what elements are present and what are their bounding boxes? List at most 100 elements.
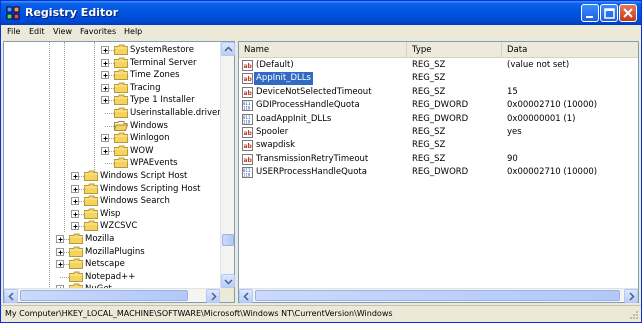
close-button[interactable] <box>619 4 637 22</box>
folder-icon <box>114 69 128 81</box>
menu-file[interactable]: File <box>7 27 20 36</box>
tree-item-winlogon[interactable]: Winlogon <box>4 132 219 144</box>
tree-item-windows-scripting-host[interactable]: Windows Scripting Host <box>4 183 219 195</box>
binary-value-icon: 011110 <box>242 167 253 179</box>
folder-icon <box>114 57 128 68</box>
expand-icon[interactable] <box>101 134 109 143</box>
expand-icon[interactable] <box>101 71 109 80</box>
value-name: DeviceNotSelectedTimeout <box>256 86 372 97</box>
expand-icon[interactable] <box>56 247 64 256</box>
arrow-down-icon <box>224 279 233 285</box>
tree-item-mozilla[interactable]: Mozilla <box>4 233 219 245</box>
value-data: 0x00000001 (1) <box>507 113 576 124</box>
tree-item-terminal-server[interactable]: Terminal Server <box>4 57 219 69</box>
tree-item-windows[interactable]: Windows <box>4 120 219 132</box>
status-key-path: My Computer\HKEY_LOCAL_MACHINE\SOFTWARE\… <box>5 309 393 318</box>
maximize-button[interactable] <box>600 4 618 22</box>
tree-item-netscape[interactable]: Netscape <box>4 258 219 270</box>
menu-help[interactable]: Help <box>124 27 142 36</box>
value-row-loadappinit-dlls[interactable]: 011 110 LoadAppInit_DLLs REG_DWORD 0x0000000… <box>239 113 624 126</box>
value-row-devicenotselectedtimeout[interactable]: ab DeviceNotSelectedTimeout REG_SZ 15 <box>239 86 624 99</box>
expand-icon[interactable] <box>101 96 109 105</box>
list-horizontal-scrollbar[interactable] <box>239 288 638 303</box>
scroll-left-button[interactable] <box>4 289 18 303</box>
value-row-appinit-dlls[interactable]: ab AppInit_DLLs REG_SZ <box>239 72 624 86</box>
value-name: AppInit_DLLs <box>254 72 313 86</box>
value-data: 0x00002710 (10000) <box>507 100 598 111</box>
scroll-right-button[interactable] <box>624 289 638 303</box>
tree-item-label: Time Zones <box>130 70 180 81</box>
value-type: REG_DWORD <box>412 100 469 111</box>
tree-item-wisp[interactable]: Wisp <box>4 208 219 220</box>
binary-value-icon: 011110 <box>242 113 253 125</box>
expand-icon[interactable] <box>101 83 109 92</box>
tree-item-windows-script-host[interactable]: Windows Script Host <box>4 170 219 182</box>
tree-vertical-scroll-thumb[interactable] <box>222 234 234 246</box>
tree-item-label: Wisp <box>100 208 121 219</box>
value-name: swapdisk <box>256 140 296 151</box>
tree-item-mozillaplugins[interactable]: MozillaPlugins <box>4 246 219 258</box>
column-header-data[interactable]: Data <box>502 42 638 58</box>
value-row-userprocesshandlequota[interactable]: 011 110 USERProcessHandleQuota REG_DWORD 0x0… <box>239 166 624 179</box>
key-tree-pane[interactable]: SystemRestore Terminal Server Time Zones Tr… <box>3 41 235 303</box>
value-data: yes <box>507 127 522 137</box>
value-row-transmissionretrytimeout[interactable]: ab TransmissionRetryTimeout REG_SZ 90 <box>239 153 624 166</box>
value-row-default[interactable]: ab (Default) REG_SZ (value not set) <box>239 59 624 72</box>
expand-icon[interactable] <box>101 58 109 67</box>
tree-horizontal-scrollbar[interactable] <box>4 288 220 303</box>
tree-item-time-zones[interactable]: Time Zones <box>4 69 219 81</box>
title-bar[interactable]: Registry Editor <box>1 1 641 25</box>
tree-item-tracing[interactable]: Tracing <box>4 82 219 94</box>
tree-item-wzcsvc[interactable]: WZCSVC <box>4 220 219 232</box>
minimize-button[interactable] <box>581 4 599 22</box>
string-value-icon: ab <box>242 60 253 71</box>
tree-item-wpaevents[interactable]: WPAEvents <box>4 157 219 169</box>
column-header-type[interactable]: Type <box>407 42 502 58</box>
scroll-up-button[interactable] <box>221 42 235 56</box>
expand-icon[interactable] <box>101 146 109 155</box>
tree-item-notepad[interactable]: Notepad++ <box>4 271 219 283</box>
tree-item-windows-search[interactable]: Windows Search <box>4 195 219 207</box>
value-data: 0x00002710 (10000) <box>507 167 598 178</box>
value-row-gdiprocesshandlequota[interactable]: 011 110 GDIProcessHandleQuota REG_DWORD 0x00… <box>239 99 624 112</box>
tree-item-wow[interactable]: WOW <box>4 145 219 157</box>
value-row-swapdisk[interactable]: ab swapdisk REG_SZ <box>239 139 624 152</box>
menu-bar: File Edit View Favorites Help <box>1 25 641 42</box>
value-name: (Default) <box>256 60 294 70</box>
svg-text:ab: ab <box>244 157 253 164</box>
tree-item-userinstallable-drivers[interactable]: Userinstallable.drivers <box>4 107 225 119</box>
menu-view[interactable]: View <box>53 27 72 36</box>
tree-item-label: Windows Script Host <box>100 171 188 181</box>
tree-item-label: Netscape <box>85 259 125 270</box>
expand-icon[interactable] <box>71 222 79 231</box>
tree-vertical-scrollbar[interactable] <box>220 42 235 288</box>
expand-icon[interactable] <box>56 235 64 243</box>
expand-icon[interactable] <box>71 172 79 180</box>
tree-guide-line <box>105 125 114 127</box>
menu-edit[interactable]: Edit <box>29 27 45 36</box>
value-row-spooler[interactable]: ab Spooler REG_SZ yes <box>239 126 624 139</box>
resize-grip-icon[interactable] <box>628 309 639 320</box>
expand-icon[interactable] <box>71 209 79 218</box>
tree-item-systemrestore[interactable]: SystemRestore <box>4 44 219 56</box>
expand-icon[interactable] <box>71 197 79 206</box>
tree-item-label: Windows Search <box>100 196 170 207</box>
tree-item-label: SystemRestore <box>130 45 194 55</box>
values-list-pane[interactable]: Name Type Data ab (Default) REG_SZ (value n… <box>238 41 639 303</box>
value-type: REG_DWORD <box>412 167 469 178</box>
scroll-left-button[interactable] <box>239 289 253 303</box>
scroll-corner <box>220 288 234 302</box>
menu-favorites[interactable]: Favorites <box>80 27 116 36</box>
value-type: REG_DWORD <box>412 113 469 124</box>
scroll-down-button[interactable] <box>221 274 235 288</box>
folder-icon <box>84 208 98 219</box>
scroll-right-button[interactable] <box>206 289 220 303</box>
tree-horizontal-scroll-thumb[interactable] <box>20 290 188 301</box>
column-header-name[interactable]: Name <box>239 42 407 58</box>
expand-icon[interactable] <box>56 260 64 269</box>
expand-icon[interactable] <box>71 184 79 193</box>
value-type: REG_SZ <box>412 60 446 70</box>
expand-icon[interactable] <box>101 46 109 54</box>
list-horizontal-scroll-thumb[interactable] <box>255 290 620 301</box>
tree-item-type-1-installer[interactable]: Type 1 Installer <box>4 94 219 106</box>
